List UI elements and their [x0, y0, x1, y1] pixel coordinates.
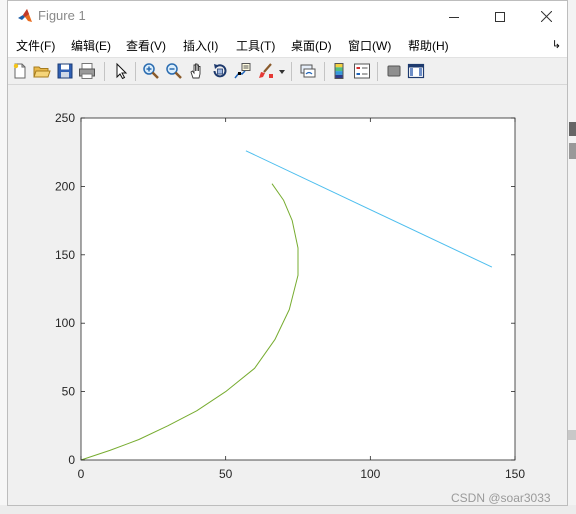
y-tick-label: 200: [55, 179, 75, 193]
y-tick-label: 250: [55, 111, 75, 125]
y-tick-label: 150: [55, 248, 75, 262]
axes-background: [81, 118, 515, 460]
y-tick-label: 100: [55, 316, 75, 330]
x-tick-label: 0: [78, 467, 85, 481]
watermark-text: CSDN @soar3033: [451, 491, 551, 505]
plot-axes[interactable]: 0 50 100 150 0 50 100 150 200 250: [0, 0, 576, 514]
x-tick-label: 100: [360, 467, 380, 481]
x-tick-label: 150: [505, 467, 525, 481]
y-tick-label: 0: [68, 453, 75, 467]
x-tick-label: 50: [219, 467, 233, 481]
y-tick-label: 50: [62, 385, 76, 399]
